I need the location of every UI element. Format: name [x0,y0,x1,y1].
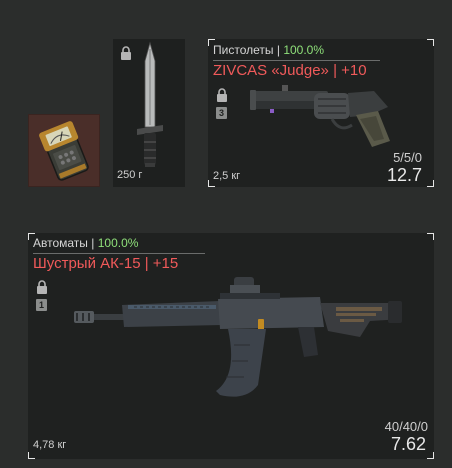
pistol-tier-badge: 3 [216,107,227,119]
lock-icon [217,88,227,102]
pistol-weight: 2,5 кг [213,170,241,182]
lock-icon [37,280,47,294]
rifle-condition: 100.0% [97,236,139,250]
separator: | [91,236,95,250]
divider [213,60,380,61]
rifle-tier-badge: 1 [36,299,47,311]
corner-bracket [427,180,434,187]
lock-icon [121,46,131,60]
separator: | [276,43,280,57]
rifle-category-line: Автоматы | 100.0% [33,236,138,250]
pistol-category-line: Пистолеты | 100.0% [213,43,324,57]
revolver-icon [250,85,390,147]
corner-bracket [28,452,35,459]
rifle-damage: 7.62 [390,434,426,454]
corner-bracket [427,452,434,459]
rifle-category: Автоматы [33,236,88,250]
anomaly-detector-icon [39,121,89,181]
assault-rifle-icon [74,277,402,397]
corner-bracket [427,39,434,46]
rifle-weight: 4,78 кг [33,439,67,451]
pistol-card[interactable]: Пистолеты | 100.0% ZIVCAS «Judge» | +10 … [208,39,434,187]
rifle-name: Шустрый АК-15 | +15 [33,255,179,272]
pistol-ammo: 5/5/0 [393,150,422,165]
rifle-card[interactable]: Автоматы | 100.0% Шустрый АК-15 | +15 1 [28,233,434,459]
knife-weight: 250 г [117,169,143,181]
knife-slot[interactable]: 250 г [113,39,185,187]
pistol-condition: 100.0% [283,43,325,57]
pistol-category: Пистолеты [213,43,274,57]
pistol-name: ZIVCAS «Judge» | +10 [213,62,367,79]
divider [33,253,205,254]
pistol-damage: 12.7 [386,165,422,185]
rifle-ammo: 40/40/0 [384,419,428,434]
detector-slot[interactable] [28,114,100,187]
knife-icon [137,41,163,167]
corner-bracket [427,233,434,240]
